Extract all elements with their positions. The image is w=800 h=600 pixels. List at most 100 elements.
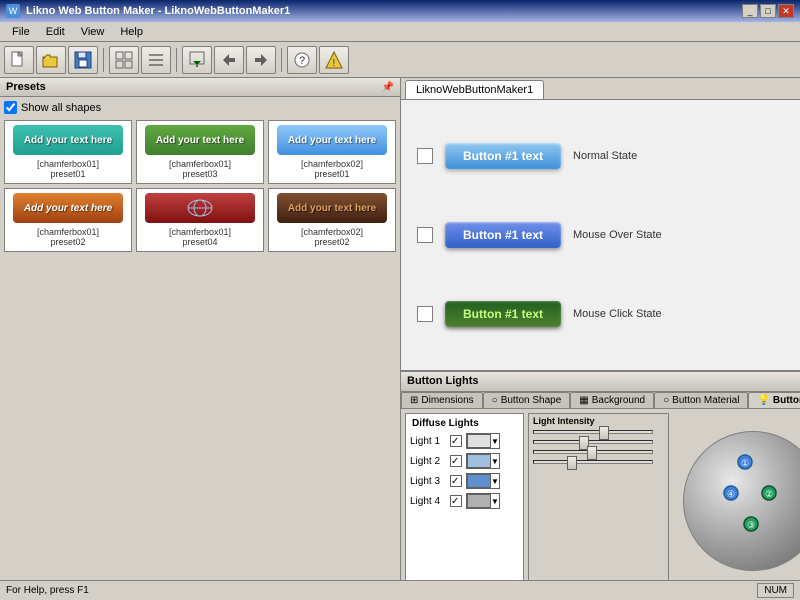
diffuse-light-4-arrow[interactable]: ▼ <box>491 497 499 506</box>
svg-text:③: ③ <box>747 520 755 530</box>
diffuse-slider-track-3[interactable] <box>533 450 653 454</box>
diffuse-slider-1 <box>533 430 664 434</box>
diffuse-light-1-checkbox[interactable]: ✓ <box>450 435 462 447</box>
app-icon: W <box>6 4 20 18</box>
main-content: Presets 📌 Show all shapes Add your text … <box>0 78 800 600</box>
diffuse-slider-track-2[interactable] <box>533 440 653 444</box>
new-button[interactable] <box>4 46 34 74</box>
svg-text:④: ④ <box>727 489 735 499</box>
status-bar: For Help, press F1 NUM <box>0 580 800 600</box>
preset-btn-6[interactable]: Add your text here <box>277 193 387 223</box>
tab-background[interactable]: ▦ Background <box>570 392 654 408</box>
grid-button[interactable] <box>109 46 139 74</box>
normal-state-button[interactable]: Button #1 text <box>445 143 561 169</box>
background-icon: ▦ <box>579 395 588 406</box>
preset-item-4[interactable]: Add your text here [chamferbox01]preset0… <box>4 188 132 252</box>
preset-btn-3[interactable]: Add your text here <box>277 125 387 155</box>
button-lights-icon: 💡 <box>757 395 769 406</box>
diffuse-light-3-checkbox[interactable]: ✓ <box>450 475 462 487</box>
preview-tab[interactable]: LiknoWebButtonMaker1 <box>405 80 544 99</box>
mouseover-state-button[interactable]: Button #1 text <box>445 222 561 248</box>
preset-item-2[interactable]: Add your text here [chamferbox01]preset0… <box>136 120 264 184</box>
diffuse-light-4-color[interactable]: ▼ <box>466 493 500 509</box>
diffuse-intensity-group: Light Intensity <box>528 413 669 589</box>
preset-item-5[interactable]: [chamferbox01]preset04 <box>136 188 264 252</box>
diffuse-light-3-color[interactable]: ▼ <box>466 473 500 489</box>
save-button[interactable] <box>68 46 98 74</box>
preset-item-1[interactable]: Add your text here [chamferbox01]preset0… <box>4 120 132 184</box>
diffuse-light-2-checkbox[interactable]: ✓ <box>450 455 462 467</box>
presets-panel: Presets 📌 Show all shapes Add your text … <box>0 78 401 600</box>
dimensions-label: Dimensions <box>421 395 473 406</box>
diffuse-light-4-checkbox[interactable]: ✓ <box>450 495 462 507</box>
separator-3 <box>281 48 282 72</box>
light-handle-3[interactable]: ② <box>760 484 778 505</box>
diffuse-light-2-arrow[interactable]: ▼ <box>491 457 499 466</box>
light-sphere[interactable]: ① ④ ② <box>683 431 800 571</box>
close-button[interactable]: ✕ <box>778 4 794 18</box>
diffuse-light-3-arrow[interactable]: ▼ <box>491 477 499 486</box>
preset-btn-2[interactable]: Add your text here <box>145 125 255 155</box>
minimize-button[interactable]: _ <box>742 4 758 18</box>
normal-state-checkbox[interactable] <box>417 148 433 164</box>
diffuse-slider-2 <box>533 440 664 444</box>
preset-item-6[interactable]: Add your text here [chamferbox02]preset0… <box>268 188 396 252</box>
tab-button-material[interactable]: ○ Button Material <box>654 392 748 408</box>
preset-btn-4[interactable]: Add your text here <box>13 193 123 223</box>
preset-label-4: [chamferbox01]preset02 <box>37 227 99 247</box>
help-button[interactable]: ? <box>287 46 317 74</box>
preset-btn-5[interactable] <box>145 193 255 223</box>
back-button[interactable] <box>214 46 244 74</box>
light-handle-1[interactable]: ① <box>736 453 754 474</box>
diffuse-light-2-swatch <box>467 454 491 468</box>
diffuse-light-1-color[interactable]: ▼ <box>466 433 500 449</box>
light-handle-4[interactable]: ③ <box>742 515 760 536</box>
app-title: Likno Web Button Maker - LiknoWebButtonM… <box>26 5 290 17</box>
maximize-button[interactable]: □ <box>760 4 776 18</box>
menu-view[interactable]: View <box>73 24 113 40</box>
button-shape-label: Button Shape <box>501 395 562 406</box>
forward-button[interactable] <box>246 46 276 74</box>
menu-file[interactable]: File <box>4 24 38 40</box>
sphere-container: ① ④ ② <box>673 413 800 589</box>
diffuse-slider-thumb-4[interactable] <box>567 456 577 470</box>
preset-label-1: [chamferbox01]preset01 <box>37 159 99 179</box>
separator-1 <box>103 48 104 72</box>
tab-button-lights[interactable]: 💡 Button Lights <box>748 392 800 408</box>
diffuse-intensity-title: Light Intensity <box>533 416 664 426</box>
diffuse-light-2-color[interactable]: ▼ <box>466 453 500 469</box>
diffuse-light-3-label: Light 3 <box>410 476 446 487</box>
open-button[interactable] <box>36 46 66 74</box>
light-handle-2[interactable]: ④ <box>722 484 740 505</box>
diffuse-slider-thumb-3[interactable] <box>587 446 597 460</box>
button-lights-label: Button Lights <box>773 395 800 406</box>
diffuse-light-4-label: Light 4 <box>410 496 446 507</box>
presets-row-2: Add your text here [chamferbox01]preset0… <box>4 188 396 252</box>
mouseclick-state-row: Button #1 text Mouse Click State <box>417 301 800 327</box>
diffuse-lights-group: Diffuse Lights Light 1 ✓ ▼ Light 2 ✓ <box>405 413 524 589</box>
background-label: Background <box>592 395 645 406</box>
show-shapes-checkbox[interactable] <box>4 101 17 114</box>
info-button[interactable]: ! <box>319 46 349 74</box>
button-shape-icon: ○ <box>492 395 498 406</box>
diffuse-slider-track-1[interactable] <box>533 430 653 434</box>
dimensions-icon: ⊞ <box>410 395 418 406</box>
bottom-tabs: ⊞ Dimensions ○ Button Shape ▦ Background… <box>401 392 800 409</box>
tab-dimensions[interactable]: ⊞ Dimensions <box>401 392 483 408</box>
diffuse-slider-track-4[interactable] <box>533 460 653 464</box>
diffuse-light-3-swatch <box>467 474 491 488</box>
preset-item-3[interactable]: Add your text here [chamferbox02]preset0… <box>268 120 396 184</box>
mouseclick-state-button[interactable]: Button #1 text <box>445 301 561 327</box>
mouseover-state-checkbox[interactable] <box>417 227 433 243</box>
diffuse-slider-thumb-1[interactable] <box>599 426 609 440</box>
preset-btn-1[interactable]: Add your text here <box>13 125 123 155</box>
tab-button-shape[interactable]: ○ Button Shape <box>483 392 571 408</box>
menu-help[interactable]: Help <box>112 24 151 40</box>
preset-label-6: [chamferbox02]preset02 <box>301 227 363 247</box>
menu-edit[interactable]: Edit <box>38 24 73 40</box>
pin-button[interactable]: 📌 <box>382 82 394 93</box>
list-button[interactable] <box>141 46 171 74</box>
diffuse-light-1-arrow[interactable]: ▼ <box>491 437 499 446</box>
export-button[interactable] <box>182 46 212 74</box>
mouseclick-state-checkbox[interactable] <box>417 306 433 322</box>
